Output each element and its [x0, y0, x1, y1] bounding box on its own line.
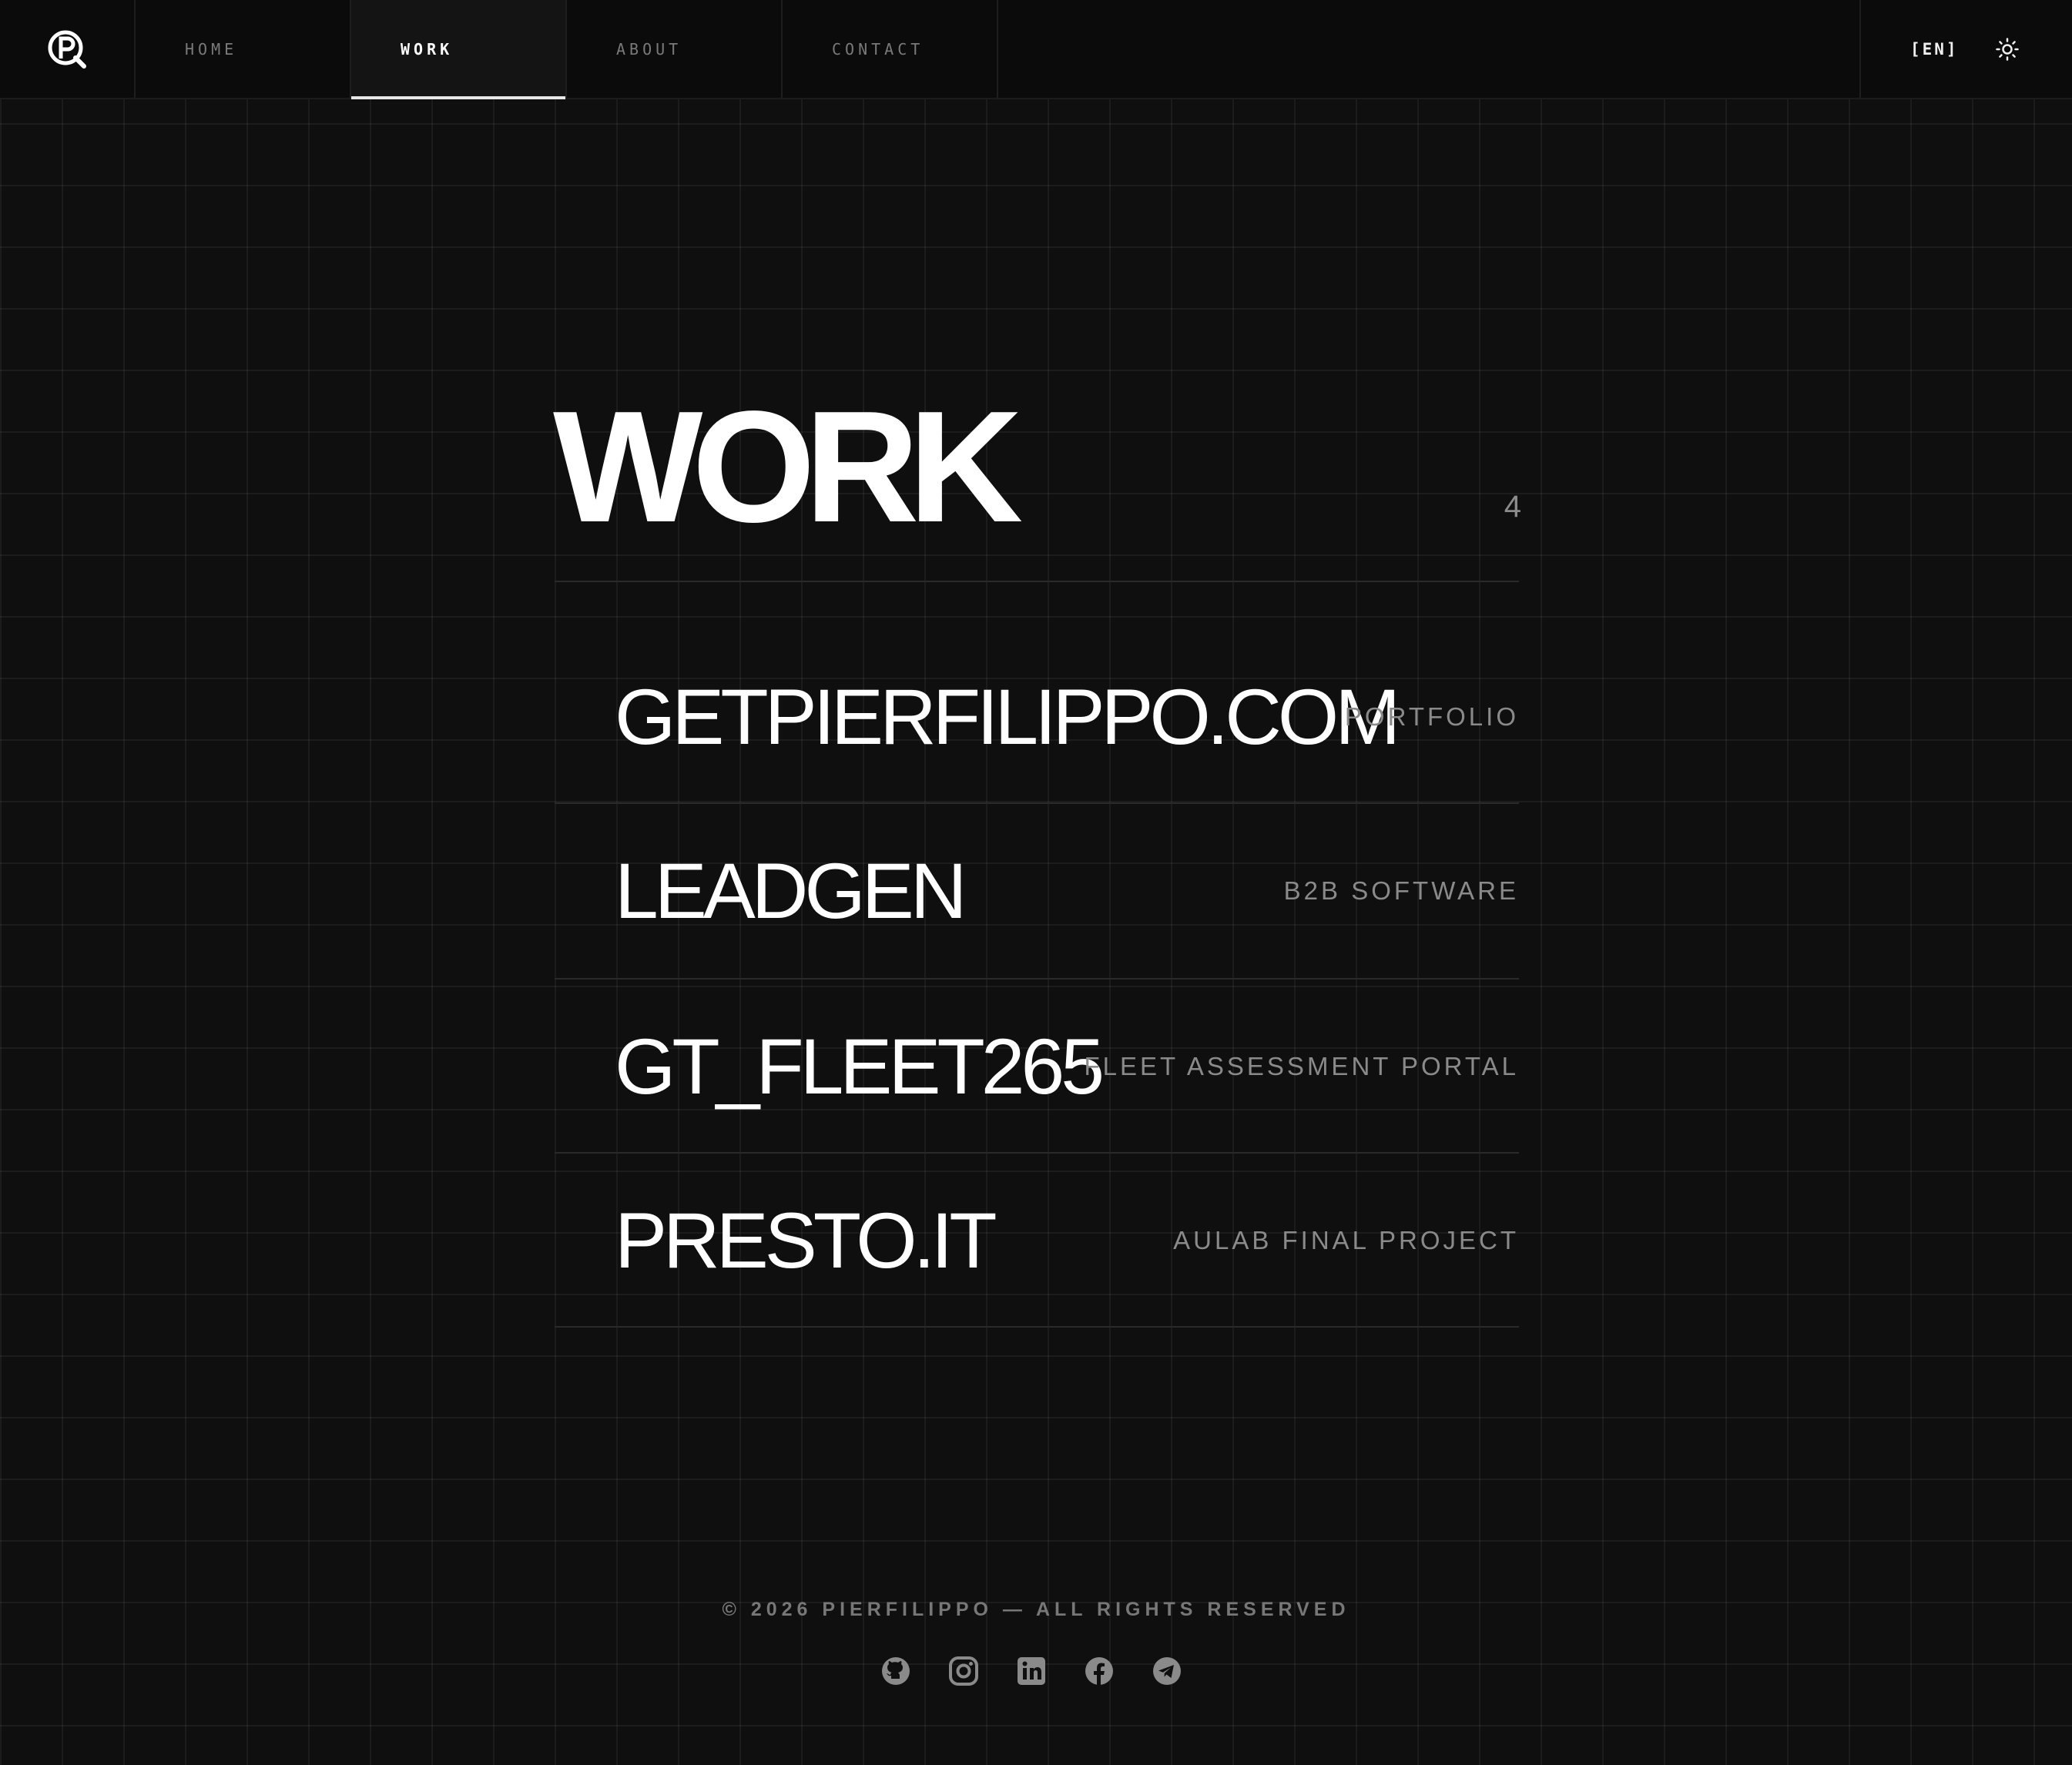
telegram-icon[interactable]	[1152, 1656, 1182, 1686]
project-category: FLEET ASSESSMENT PORTAL	[1084, 1052, 1519, 1080]
tab-home[interactable]: HOME	[136, 0, 351, 98]
page: HOME WORK ABOUT CONTACT [EN] WORK 4 GETP…	[0, 0, 2072, 1765]
instagram-icon[interactable]	[948, 1656, 979, 1686]
project-name: GETPIERFILIPPO.COM	[615, 673, 1400, 761]
github-icon[interactable]	[880, 1656, 911, 1686]
divider	[555, 1326, 1519, 1328]
logo-icon	[48, 30, 86, 69]
project-row-leadgen[interactable]: LEADGEN B2B SOFTWARE	[555, 804, 1519, 978]
project-name: LEADGEN	[615, 847, 967, 935]
project-name: PRESTO.IT	[615, 1197, 997, 1284]
social-links	[880, 1656, 1182, 1686]
project-category: AULAB FINAL PROJECT	[1173, 1226, 1519, 1254]
top-nav: HOME WORK ABOUT CONTACT [EN]	[0, 0, 2072, 99]
project-category: PORTFOLIO	[1344, 702, 1519, 731]
theme-toggle-button[interactable]	[1995, 37, 2019, 61]
project-count: 4	[1504, 490, 1521, 524]
linkedin-icon[interactable]	[1016, 1656, 1047, 1686]
tab-contact[interactable]: CONTACT	[783, 0, 998, 98]
project-row-gt-fleet265[interactable]: GT_FLEET265 FLEET ASSESSMENT PORTAL	[555, 980, 1519, 1154]
facebook-icon[interactable]	[1084, 1656, 1115, 1686]
sun-icon	[1995, 37, 2019, 61]
project-category: B2B SOFTWARE	[1283, 876, 1519, 905]
project-name: GT_FLEET265	[615, 1023, 1105, 1110]
tab-about[interactable]: ABOUT	[567, 0, 783, 98]
language-switcher[interactable]: [EN]	[1910, 40, 1959, 59]
project-row-presto[interactable]: PRESTO.IT AULAB FINAL PROJECT	[555, 1154, 1519, 1328]
nav-controls: [EN]	[1859, 0, 2072, 98]
page-title: WORK	[553, 378, 1023, 555]
copyright-text: © 2026 PIERFILIPPO — ALL RIGHTS RESERVED	[722, 1599, 1350, 1620]
tab-work[interactable]: WORK	[351, 0, 567, 99]
divider	[555, 581, 1519, 582]
project-row-getpierfilippo[interactable]: GETPIERFILIPPO.COM PORTFOLIO	[555, 630, 1519, 804]
logo-link[interactable]	[0, 0, 136, 98]
